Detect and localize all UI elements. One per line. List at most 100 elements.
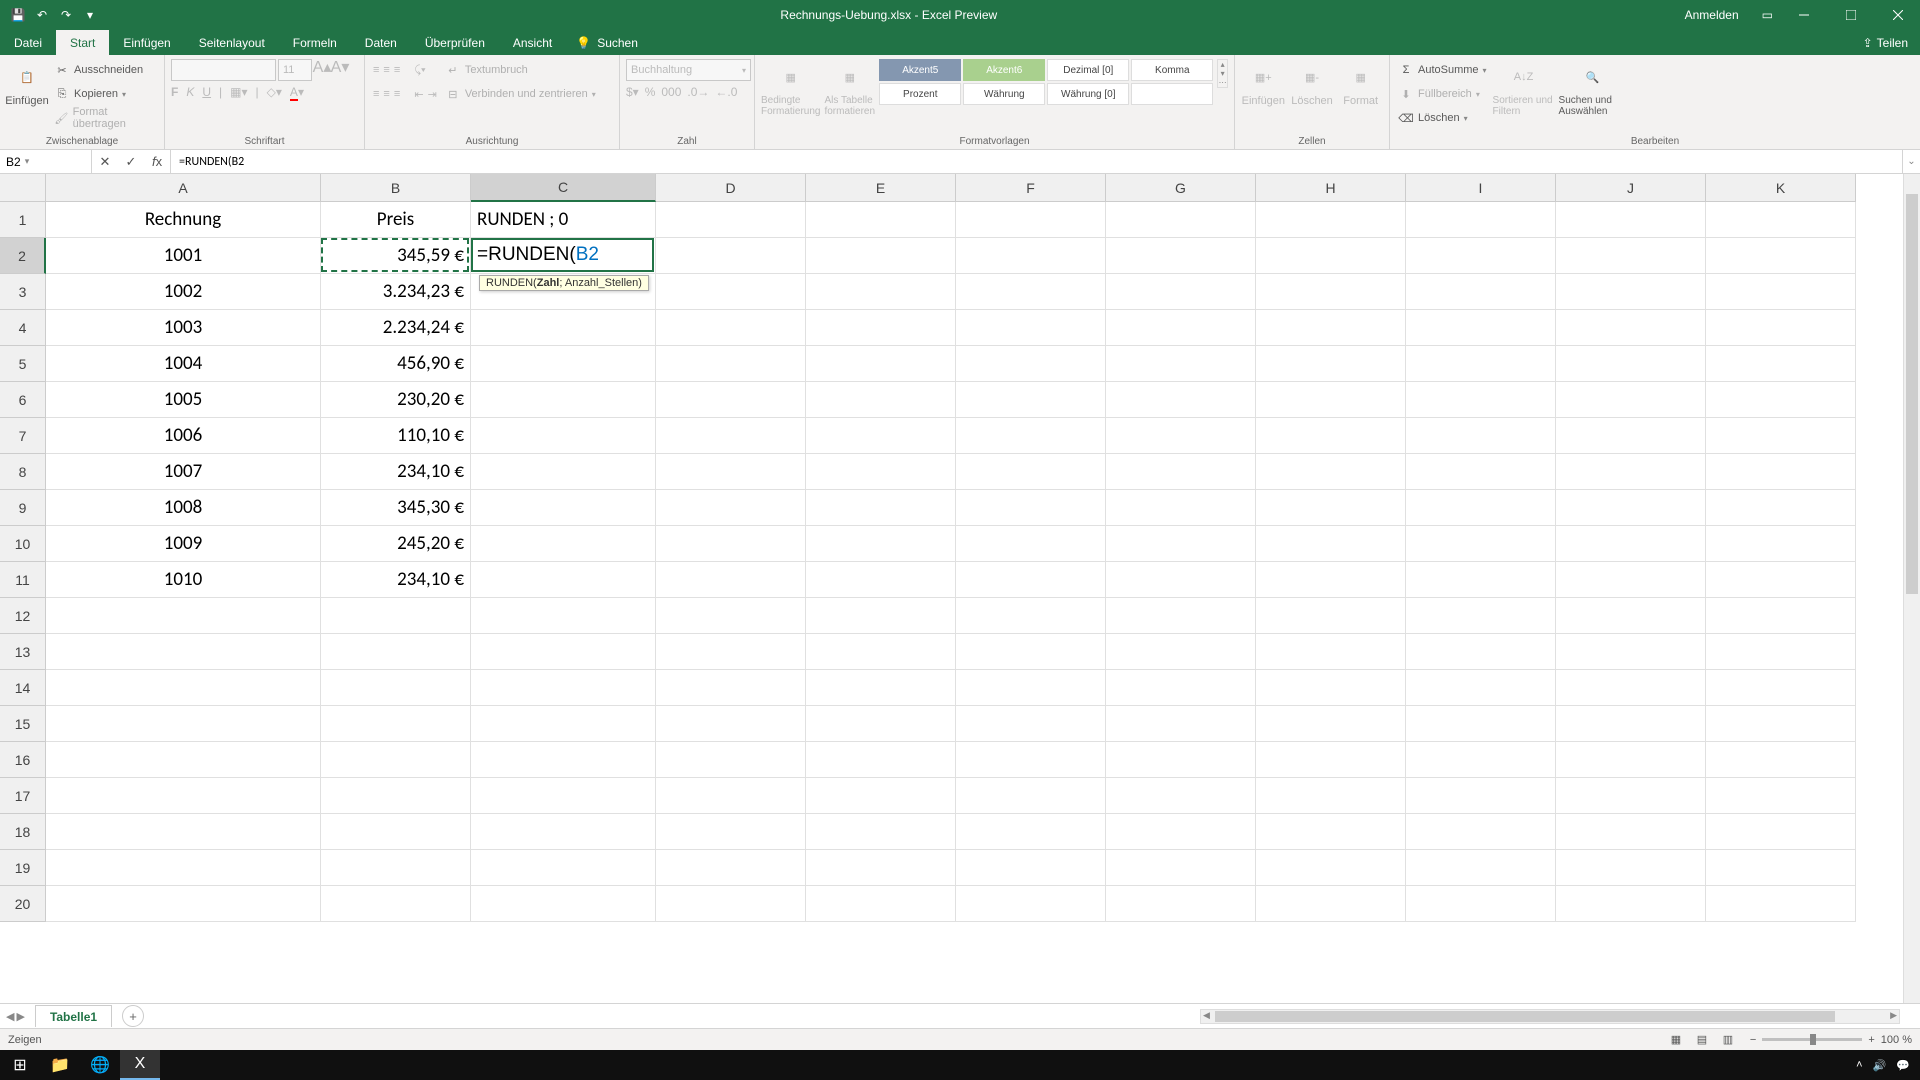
cell-J18[interactable] xyxy=(1556,814,1706,850)
style-komma[interactable]: Komma xyxy=(1131,59,1213,81)
accounting-format-icon[interactable]: $▾ xyxy=(626,85,639,99)
horizontal-scrollbar[interactable]: ◀▶ xyxy=(1200,1009,1900,1024)
cell-D8[interactable] xyxy=(656,454,806,490)
cell-A5[interactable]: 1004 xyxy=(46,346,321,382)
tray-chevron-icon[interactable]: ˄ xyxy=(1856,1059,1862,1071)
cell-G6[interactable] xyxy=(1106,382,1256,418)
cell-E5[interactable] xyxy=(806,346,956,382)
row-header-1[interactable]: 1 xyxy=(0,202,46,238)
align-bottom-icon[interactable]: ≡ xyxy=(394,64,400,76)
cell-G17[interactable] xyxy=(1106,778,1256,814)
cell-C19[interactable] xyxy=(471,850,656,886)
name-box[interactable]: B2 ▾ xyxy=(0,150,92,173)
cell-G10[interactable] xyxy=(1106,526,1256,562)
cell-D18[interactable] xyxy=(656,814,806,850)
cell-J8[interactable] xyxy=(1556,454,1706,490)
cell-I19[interactable] xyxy=(1406,850,1556,886)
cell-I12[interactable] xyxy=(1406,598,1556,634)
font-name-combo[interactable] xyxy=(171,59,276,81)
cell-A11[interactable]: 1010 xyxy=(46,562,321,598)
format-cells-button[interactable]: ▦Format xyxy=(1338,59,1383,107)
find-select-button[interactable]: 🔍Suchen und Auswählen xyxy=(1559,59,1627,117)
cell-I13[interactable] xyxy=(1406,634,1556,670)
cell-K8[interactable] xyxy=(1706,454,1856,490)
column-headers[interactable]: ABCDEFGHIJK xyxy=(46,174,1856,202)
cell-B15[interactable] xyxy=(321,706,471,742)
cell-A8[interactable]: 1007 xyxy=(46,454,321,490)
cell-K5[interactable] xyxy=(1706,346,1856,382)
row-header-13[interactable]: 13 xyxy=(0,634,46,670)
orientation-icon[interactable]: ⤹▾ xyxy=(414,64,425,77)
row-header-16[interactable]: 16 xyxy=(0,742,46,778)
cell-F12[interactable] xyxy=(956,598,1106,634)
cell-E18[interactable] xyxy=(806,814,956,850)
save-icon[interactable]: 💾 xyxy=(10,7,26,23)
name-box-dropdown-icon[interactable]: ▾ xyxy=(21,156,30,167)
tab-daten[interactable]: Daten xyxy=(351,30,411,55)
cell-A19[interactable] xyxy=(46,850,321,886)
cell-J12[interactable] xyxy=(1556,598,1706,634)
cell-I1[interactable] xyxy=(1406,202,1556,238)
cell-D12[interactable] xyxy=(656,598,806,634)
cell-I8[interactable] xyxy=(1406,454,1556,490)
cell-F8[interactable] xyxy=(956,454,1106,490)
cell-F20[interactable] xyxy=(956,886,1106,922)
tab-datei[interactable]: Datei xyxy=(0,30,56,55)
cell-A17[interactable] xyxy=(46,778,321,814)
cell-H12[interactable] xyxy=(1256,598,1406,634)
cell-E15[interactable] xyxy=(806,706,956,742)
cell-J6[interactable] xyxy=(1556,382,1706,418)
cell-B4[interactable]: 2.234,24 € xyxy=(321,310,471,346)
cell-A15[interactable] xyxy=(46,706,321,742)
style-dezimal[interactable]: Dezimal [0] xyxy=(1047,59,1129,81)
cell-B6[interactable]: 230,20 € xyxy=(321,382,471,418)
wrap-text-button[interactable]: ↵Textumbruch xyxy=(443,59,598,81)
cell-H14[interactable] xyxy=(1256,670,1406,706)
cell-B1[interactable]: Preis xyxy=(321,202,471,238)
cell-E4[interactable] xyxy=(806,310,956,346)
cell-C7[interactable] xyxy=(471,418,656,454)
cell-H13[interactable] xyxy=(1256,634,1406,670)
row-headers[interactable]: 1234567891011121314151617181920 xyxy=(0,202,46,922)
cell-J9[interactable] xyxy=(1556,490,1706,526)
style-blank[interactable] xyxy=(1131,83,1213,105)
cell-D11[interactable] xyxy=(656,562,806,598)
cell-H5[interactable] xyxy=(1256,346,1406,382)
cell-C8[interactable] xyxy=(471,454,656,490)
align-right-icon[interactable]: ≡ xyxy=(394,88,400,100)
cell-K16[interactable] xyxy=(1706,742,1856,778)
cell-D1[interactable] xyxy=(656,202,806,238)
cell-E1[interactable] xyxy=(806,202,956,238)
normal-view-button[interactable]: ▦ xyxy=(1664,1031,1688,1049)
cell-H20[interactable] xyxy=(1256,886,1406,922)
cell-I15[interactable] xyxy=(1406,706,1556,742)
bold-button[interactable]: F xyxy=(171,85,178,99)
cell-J17[interactable] xyxy=(1556,778,1706,814)
notifications-icon[interactable]: 💬 xyxy=(1896,1059,1910,1072)
cell-D7[interactable] xyxy=(656,418,806,454)
align-center-icon[interactable]: ≡ xyxy=(383,88,389,100)
row-header-7[interactable]: 7 xyxy=(0,418,46,454)
cell-B18[interactable] xyxy=(321,814,471,850)
cell-K17[interactable] xyxy=(1706,778,1856,814)
cell-D5[interactable] xyxy=(656,346,806,382)
cells-region[interactable]: RechnungPreisRUNDEN ; 01001345,59 €10023… xyxy=(46,202,1856,922)
cell-F19[interactable] xyxy=(956,850,1106,886)
cell-J13[interactable] xyxy=(1556,634,1706,670)
scroll-left-icon[interactable]: ◀ xyxy=(1203,1010,1210,1021)
align-top-icon[interactable]: ≡ xyxy=(373,64,379,76)
vertical-scrollbar[interactable] xyxy=(1903,174,1920,1003)
cell-J16[interactable] xyxy=(1556,742,1706,778)
cell-J2[interactable] xyxy=(1556,238,1706,274)
decrease-font-icon[interactable]: A▾ xyxy=(332,59,348,75)
row-header-14[interactable]: 14 xyxy=(0,670,46,706)
cell-E3[interactable] xyxy=(806,274,956,310)
conditional-formatting-button[interactable]: ▦ Bedingte Formatierung xyxy=(761,59,820,117)
cell-F14[interactable] xyxy=(956,670,1106,706)
cell-E20[interactable] xyxy=(806,886,956,922)
row-header-2[interactable]: 2 xyxy=(0,238,46,274)
cell-C4[interactable] xyxy=(471,310,656,346)
cell-A14[interactable] xyxy=(46,670,321,706)
row-header-5[interactable]: 5 xyxy=(0,346,46,382)
cell-J20[interactable] xyxy=(1556,886,1706,922)
